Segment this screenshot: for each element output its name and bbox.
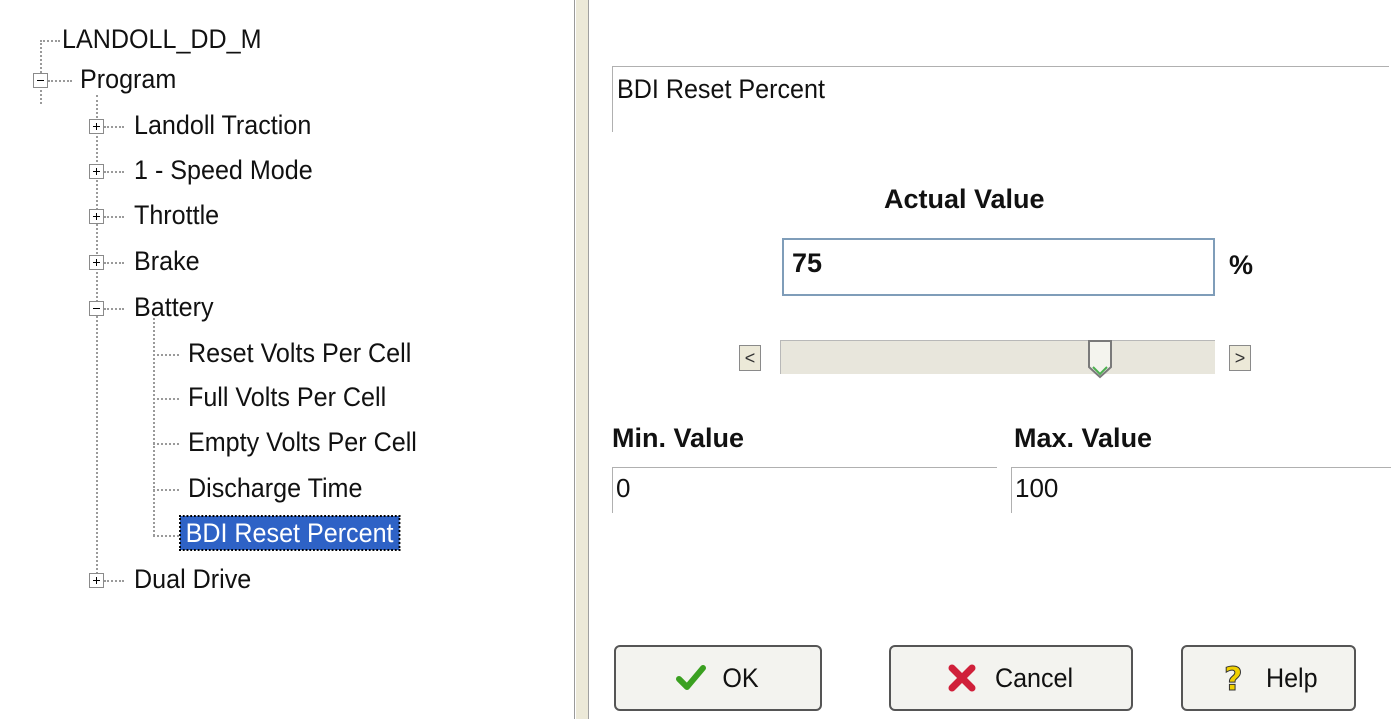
checkmark-icon — [676, 665, 707, 690]
unit-label: % — [1229, 250, 1254, 280]
tree-item-battery[interactable]: Battery — [134, 290, 214, 324]
parameter-name-box: BDI Reset Percent — [612, 66, 1389, 132]
value-slider[interactable] — [780, 340, 1215, 379]
cancel-button-label: Cancel — [994, 662, 1074, 693]
tree-item-brake[interactable]: Brake — [134, 244, 200, 278]
actual-value-input[interactable]: 75 — [782, 238, 1215, 296]
tree-item-landoll-traction[interactable]: Landoll Traction — [134, 108, 311, 142]
chevron-right-icon: > — [1234, 348, 1246, 368]
program-tree: LANDOLL_DD_M Program Landoll Traction 1 … — [0, 0, 575, 719]
chevron-left-icon: < — [744, 348, 756, 368]
tree-item-throttle[interactable]: Throttle — [134, 198, 219, 232]
expand-icon[interactable] — [89, 119, 104, 134]
ok-button-label: OK — [722, 662, 760, 693]
scroll-left-button[interactable]: < — [739, 345, 761, 371]
x-mark-icon — [948, 664, 976, 692]
tree-item-discharge-time[interactable]: Discharge Time — [188, 471, 362, 505]
panel-splitter[interactable] — [575, 0, 589, 719]
expand-icon[interactable] — [89, 255, 104, 270]
expand-icon[interactable] — [89, 209, 104, 224]
help-button-label: Help — [1265, 662, 1318, 693]
max-value-label: Max. Value — [1014, 423, 1153, 453]
tree-item-full-volts[interactable]: Full Volts Per Cell — [188, 380, 386, 414]
tree-item-program[interactable]: Program — [80, 62, 176, 96]
max-value-field: 100 — [1011, 467, 1391, 513]
collapse-icon[interactable] — [89, 301, 104, 316]
tree-item-speed-mode[interactable]: 1 - Speed Mode — [134, 153, 313, 187]
parameter-name: BDI Reset Percent — [617, 74, 825, 104]
property-panel: BDI Reset Percent Actual Value 75 % < > … — [589, 0, 1398, 719]
svg-text:?: ? — [1224, 662, 1243, 694]
actual-value-label: Actual Value — [884, 184, 1045, 214]
min-value-label: Min. Value — [612, 423, 745, 453]
help-button[interactable]: ? Help — [1181, 645, 1356, 711]
question-icon: ? — [1223, 662, 1243, 694]
expand-icon[interactable] — [89, 164, 104, 179]
expand-icon[interactable] — [89, 573, 104, 588]
scroll-right-button[interactable]: > — [1229, 345, 1251, 371]
min-value-field: 0 — [612, 467, 997, 513]
ok-button[interactable]: OK — [614, 645, 822, 711]
tree-item-empty-volts[interactable]: Empty Volts Per Cell — [188, 425, 417, 459]
tree-item-bdi-reset-percent[interactable]: BDI Reset Percent — [179, 515, 401, 551]
slider-thumb-icon[interactable] — [1087, 339, 1113, 379]
collapse-icon[interactable] — [33, 73, 48, 88]
cancel-button[interactable]: Cancel — [889, 645, 1133, 711]
tree-item-dual-drive[interactable]: Dual Drive — [134, 562, 251, 596]
tree-root-label[interactable]: LANDOLL_DD_M — [62, 22, 262, 56]
tree-item-reset-volts[interactable]: Reset Volts Per Cell — [188, 336, 411, 370]
